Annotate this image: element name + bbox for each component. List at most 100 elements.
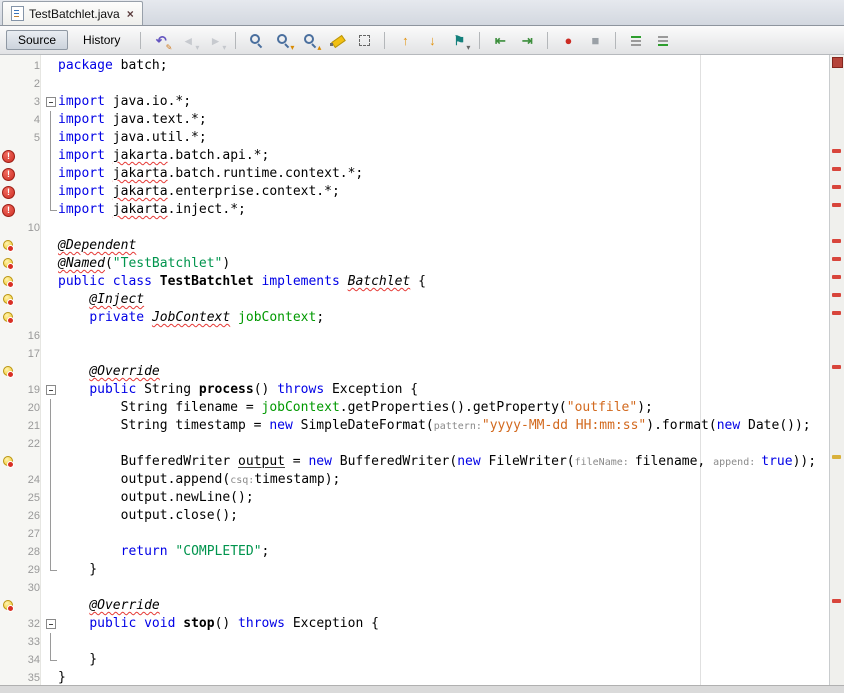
- comment-icon[interactable]: [624, 28, 648, 52]
- code-line[interactable]: 26 output.close();: [0, 507, 829, 525]
- glyph-gutter[interactable]: [0, 147, 16, 165]
- line-number[interactable]: [16, 165, 43, 183]
- line-number[interactable]: [16, 183, 43, 201]
- code-line[interactable]: import jakarta.inject.*;: [0, 201, 829, 219]
- shift-line-right-icon[interactable]: ⇥: [515, 28, 539, 52]
- line-number[interactable]: 2: [16, 75, 43, 93]
- line-number[interactable]: 16: [16, 327, 43, 345]
- code-line[interactable]: 24 output.append(csq:timestamp);: [0, 471, 829, 489]
- jump-last-edit-icon[interactable]: ↶✎: [149, 28, 173, 52]
- error-stripe-mark[interactable]: [832, 167, 841, 171]
- history-view-button[interactable]: History: [71, 30, 132, 50]
- line-number[interactable]: 25: [16, 489, 43, 507]
- error-stripe-mark[interactable]: [832, 365, 841, 369]
- line-number[interactable]: [16, 273, 43, 291]
- hint-lightbulb-icon[interactable]: [2, 366, 14, 378]
- code-line[interactable]: 35}: [0, 669, 829, 685]
- code-line[interactable]: @Override: [0, 363, 829, 381]
- glyph-gutter[interactable]: [0, 237, 16, 255]
- error-stripe-mark[interactable]: [832, 185, 841, 189]
- code-line[interactable]: 5import java.util.*;: [0, 129, 829, 147]
- code-line[interactable]: @Inject: [0, 291, 829, 309]
- code-line[interactable]: 22: [0, 435, 829, 453]
- glyph-gutter[interactable]: [0, 165, 16, 183]
- hint-lightbulb-icon[interactable]: [2, 456, 14, 468]
- line-number[interactable]: [16, 309, 43, 327]
- line-number[interactable]: 33: [16, 633, 43, 651]
- code-line[interactable]: private JobContext jobContext;: [0, 309, 829, 327]
- error-glyph-icon[interactable]: [2, 168, 15, 181]
- code-line[interactable]: 25 output.newLine();: [0, 489, 829, 507]
- hint-lightbulb-icon[interactable]: [2, 600, 14, 612]
- line-number[interactable]: 3: [16, 93, 43, 111]
- line-number[interactable]: 4: [16, 111, 43, 129]
- code-line[interactable]: @Override: [0, 597, 829, 615]
- code-line[interactable]: 4import java.text.*;: [0, 111, 829, 129]
- code-line[interactable]: 32 public void stop() throws Exception {: [0, 615, 829, 633]
- error-stripe-status-icon[interactable]: [832, 57, 843, 68]
- glyph-gutter[interactable]: [0, 273, 16, 291]
- code-line[interactable]: BufferedWriter output = new BufferedWrit…: [0, 453, 829, 471]
- line-number[interactable]: [16, 237, 43, 255]
- line-number[interactable]: [16, 201, 43, 219]
- glyph-gutter[interactable]: [0, 291, 16, 309]
- code-line[interactable]: 27: [0, 525, 829, 543]
- hint-lightbulb-icon[interactable]: [2, 240, 14, 252]
- code-line[interactable]: 28 return "COMPLETED";: [0, 543, 829, 561]
- error-stripe-mark[interactable]: [832, 149, 841, 153]
- line-number[interactable]: 17: [16, 345, 43, 363]
- glyph-gutter[interactable]: [0, 363, 16, 381]
- code-line[interactable]: 34 }: [0, 651, 829, 669]
- error-stripe-mark[interactable]: [832, 293, 841, 297]
- shift-line-left-icon[interactable]: ⇤: [488, 28, 512, 52]
- code-line[interactable]: 10: [0, 219, 829, 237]
- code-line[interactable]: @Named("TestBatchlet"): [0, 255, 829, 273]
- line-number[interactable]: [16, 597, 43, 615]
- line-number[interactable]: 30: [16, 579, 43, 597]
- code-line[interactable]: 17: [0, 345, 829, 363]
- next-bookmark-icon[interactable]: ↓: [420, 28, 444, 52]
- line-number[interactable]: 29: [16, 561, 43, 579]
- forward-icon[interactable]: ▸▾: [203, 28, 227, 52]
- code-line[interactable]: 2: [0, 75, 829, 93]
- line-number[interactable]: [16, 363, 43, 381]
- fold-start-marker[interactable]: [43, 93, 58, 111]
- line-number[interactable]: 1: [16, 57, 43, 75]
- tab-close-icon[interactable]: ×: [127, 7, 134, 21]
- line-number[interactable]: 10: [16, 219, 43, 237]
- toggle-bookmark-icon[interactable]: ⚑▾: [447, 28, 471, 52]
- code-line[interactable]: import jakarta.batch.runtime.context.*;: [0, 165, 829, 183]
- line-number[interactable]: 35: [16, 669, 43, 685]
- glyph-gutter[interactable]: [0, 453, 16, 471]
- code-line[interactable]: 19 public String process() throws Except…: [0, 381, 829, 399]
- code-line[interactable]: 33: [0, 633, 829, 651]
- error-stripe-mark[interactable]: [832, 599, 841, 603]
- line-number[interactable]: [16, 291, 43, 309]
- line-number[interactable]: 26: [16, 507, 43, 525]
- source-view-button[interactable]: Source: [6, 30, 68, 50]
- error-glyph-icon[interactable]: [2, 186, 15, 199]
- error-stripe-mark[interactable]: [832, 239, 841, 243]
- error-glyph-icon[interactable]: [2, 150, 15, 163]
- code-line[interactable]: import jakarta.batch.api.*;: [0, 147, 829, 165]
- line-number[interactable]: [16, 147, 43, 165]
- error-stripe-mark[interactable]: [832, 257, 841, 261]
- find-previous-occurrence-icon[interactable]: ▴: [298, 28, 322, 52]
- line-number[interactable]: 5: [16, 129, 43, 147]
- rectangular-selection-icon[interactable]: [352, 28, 376, 52]
- glyph-gutter[interactable]: [0, 255, 16, 273]
- fold-start-marker[interactable]: [43, 381, 58, 399]
- error-stripe-mark[interactable]: [832, 203, 841, 207]
- line-number[interactable]: 27: [16, 525, 43, 543]
- hint-lightbulb-icon[interactable]: [2, 276, 14, 288]
- line-number[interactable]: [16, 453, 43, 471]
- find-selection-icon[interactable]: [244, 28, 268, 52]
- glyph-gutter[interactable]: [0, 597, 16, 615]
- hint-lightbulb-icon[interactable]: [2, 312, 14, 324]
- start-macro-recording-icon[interactable]: ●: [556, 28, 580, 52]
- code-area[interactable]: 1package batch;23import java.io.*;4impor…: [0, 55, 829, 685]
- glyph-gutter[interactable]: [0, 309, 16, 327]
- error-stripe-mark[interactable]: [832, 275, 841, 279]
- code-line[interactable]: 21 String timestamp = new SimpleDateForm…: [0, 417, 829, 435]
- glyph-gutter[interactable]: [0, 201, 16, 219]
